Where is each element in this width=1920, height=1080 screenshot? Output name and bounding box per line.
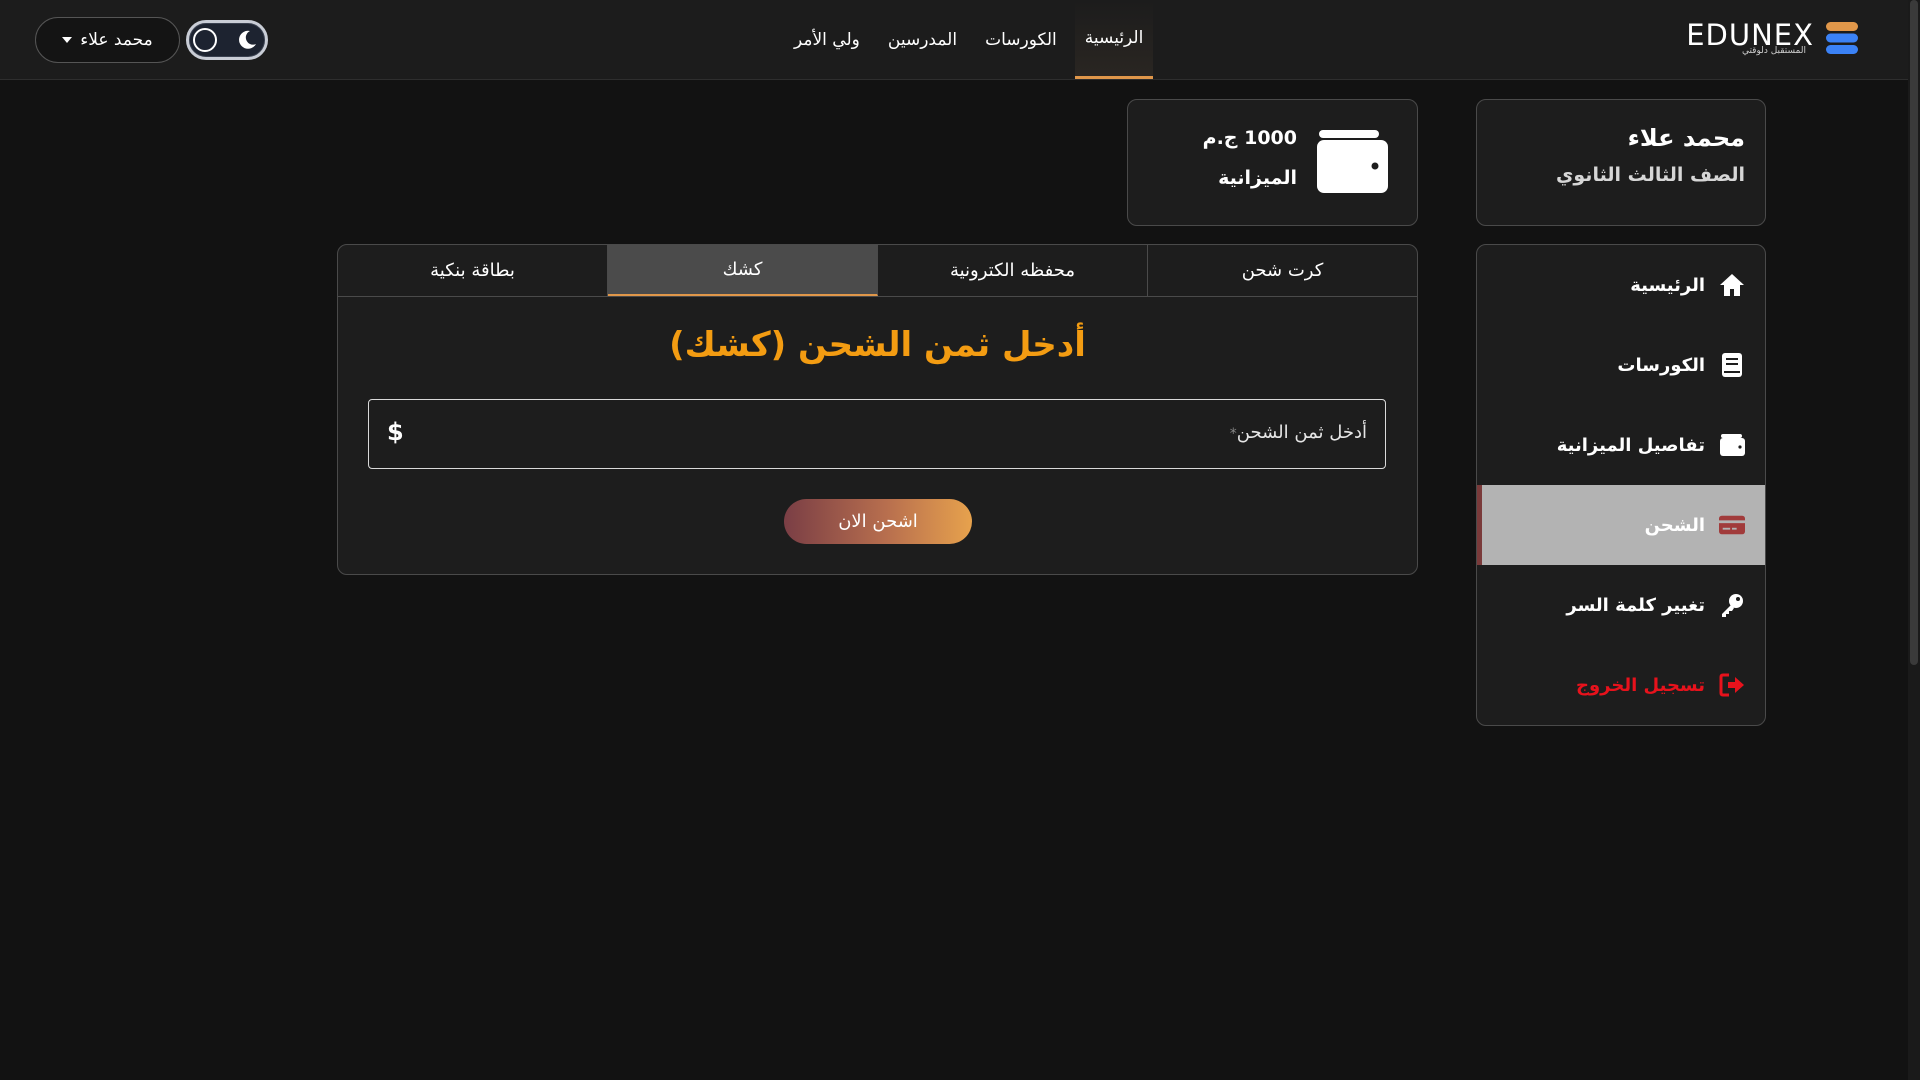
toggle-knob	[193, 28, 217, 52]
balance-amount: 1000 ج.م	[1202, 127, 1297, 149]
nav-item-home[interactable]: الرئيسية	[1074, 0, 1154, 79]
theme-toggle[interactable]	[186, 20, 268, 60]
dollar-icon: $	[387, 418, 404, 446]
tab-kiosk[interactable]: كشك	[608, 245, 878, 296]
nav-item-courses[interactable]: الكورسات	[975, 0, 1067, 79]
charge-amount-input[interactable]	[429, 400, 1369, 468]
book-icon	[1719, 352, 1745, 378]
charge-title: أدخل ثمن الشحن (كشك)	[669, 325, 1086, 365]
scrollbar-thumb[interactable]	[1910, 0, 1918, 665]
balance-label: الميزانية	[1218, 167, 1297, 189]
brand-logo[interactable]: EDUNEX المستقبل دلوقتي	[1670, 18, 1860, 58]
sidebar-item-logout[interactable]: تسجيل الخروج	[1477, 645, 1765, 725]
profile-grade: الصف الثالث الثانوي	[1555, 164, 1745, 186]
sidebar: الرئيسية الكورسات تفاصيل الميزانية الشحن…	[1476, 244, 1766, 726]
moon-icon	[239, 30, 256, 49]
sidebar-item-label: الكورسات	[1617, 354, 1705, 376]
home-icon	[1719, 272, 1745, 298]
user-menu-label: محمد علاء	[80, 30, 153, 50]
sidebar-item-label: تغيير كلمة السر	[1566, 594, 1705, 616]
credit-card-icon	[1719, 512, 1745, 538]
tab-recharge-card[interactable]: كرت شحن	[1148, 245, 1417, 296]
sidebar-item-change-password[interactable]: تغيير كلمة السر	[1477, 565, 1765, 645]
charge-amount-field[interactable]: $ أدخل ثمن الشحن*	[368, 399, 1386, 469]
sidebar-item-label: الرئيسية	[1630, 274, 1705, 296]
tab-bank-card[interactable]: بطاقة بنكية	[338, 245, 608, 296]
tab-e-wallet[interactable]: محفظه الكترونية	[878, 245, 1148, 296]
chevron-down-icon	[62, 37, 73, 43]
sidebar-item-label: الشحن	[1644, 514, 1705, 536]
logout-icon	[1719, 672, 1745, 698]
recharge-now-button[interactable]: اشحن الان	[784, 499, 972, 544]
sidebar-item-label: تسجيل الخروج	[1576, 674, 1705, 696]
wallet-icon	[1719, 432, 1745, 458]
charge-panel: بطاقة بنكية كشك محفظه الكترونية كرت شحن …	[337, 244, 1418, 575]
user-menu-button[interactable]: محمد علاء	[35, 17, 180, 63]
brand-tagline: المستقبل دلوقتي	[1741, 46, 1806, 56]
nav-item-teachers[interactable]: المدرسين	[878, 0, 967, 79]
sidebar-item-courses[interactable]: الكورسات	[1477, 325, 1765, 405]
nav-item-parent[interactable]: ولي الأمر	[784, 0, 870, 79]
payment-method-tabs: بطاقة بنكية كشك محفظه الكترونية كرت شحن	[338, 245, 1417, 297]
page-scrollbar[interactable]	[1908, 0, 1920, 1080]
profile-name: محمد علاء	[1627, 124, 1745, 152]
sidebar-item-label: تفاصيل الميزانية	[1556, 434, 1705, 456]
key-icon	[1719, 592, 1745, 618]
balance-card: 1000 ج.م الميزانية	[1127, 99, 1418, 226]
sidebar-item-recharge[interactable]: الشحن	[1477, 485, 1765, 565]
sidebar-item-home[interactable]: الرئيسية	[1477, 245, 1765, 325]
wallet-icon	[1317, 130, 1388, 193]
logo-mark-icon	[1826, 22, 1858, 54]
sidebar-item-budget-details[interactable]: تفاصيل الميزانية	[1477, 405, 1765, 485]
main-nav: الرئيسية الكورسات المدرسين ولي الأمر	[780, 0, 1157, 79]
profile-card: محمد علاء الصف الثالث الثانوي	[1476, 99, 1766, 226]
top-header: EDUNEX المستقبل دلوقتي الرئيسية الكورسات…	[0, 0, 1908, 80]
